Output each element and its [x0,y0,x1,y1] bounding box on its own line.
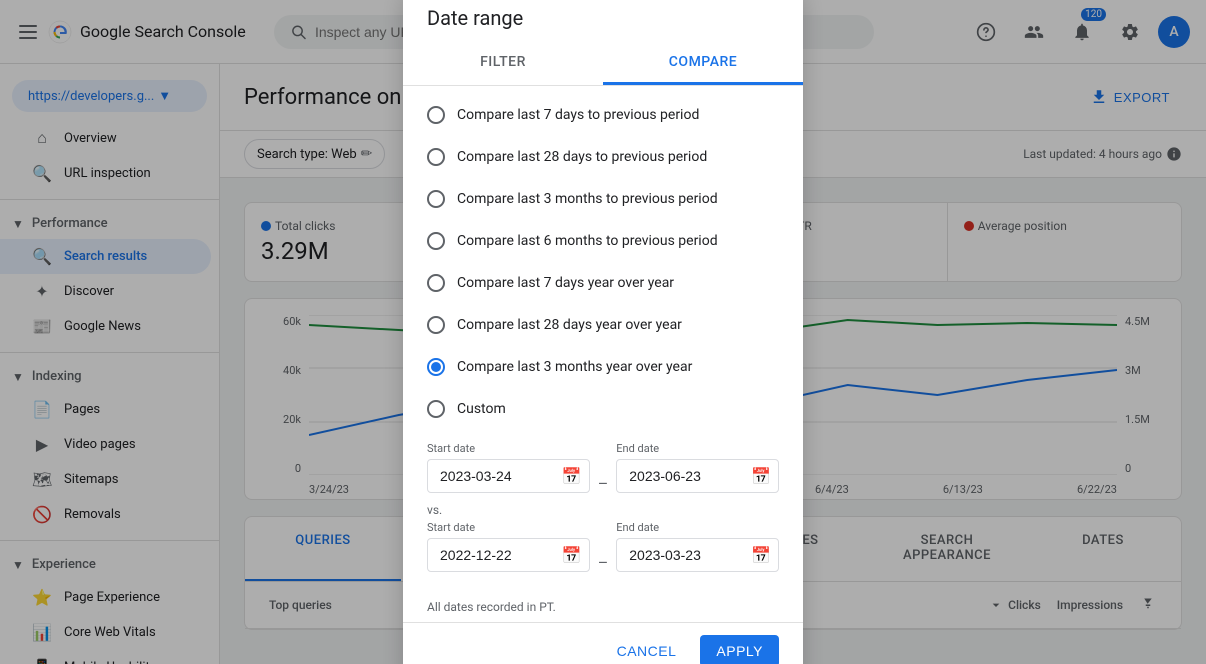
option-last6months-prev[interactable]: Compare last 6 months to previous period [403,220,803,262]
option-custom[interactable]: Custom [403,388,803,430]
date-separator-2: – [598,553,609,572]
modal-body: Compare last 7 days to previous period C… [403,86,803,592]
date-separator-1: – [598,474,609,493]
option-last28days-year[interactable]: Compare last 28 days year over year [403,304,803,346]
start-date-group: Start date 📅 [427,442,590,493]
vs-start-date-label: Start date [427,521,590,534]
radio-last3months-prev [427,190,445,208]
option-last7days-prev[interactable]: Compare last 7 days to previous period [403,94,803,136]
radio-last6months-prev [427,232,445,250]
cancel-button[interactable]: CANCEL [601,635,693,664]
start-date-label: Start date [427,442,590,455]
vs-end-date-group: End date 📅 [616,521,779,572]
vs-start-date-input[interactable] [427,538,590,572]
modal-tabs: FILTER COMPARE [403,42,803,86]
start-date-wrapper: 📅 [427,459,590,493]
radio-custom [427,400,445,418]
vs-start-date-group: Start date 📅 [427,521,590,572]
radio-last28days-prev [427,148,445,166]
vs-label: vs. [427,497,779,521]
footer-note: All dates recorded in PT. [403,592,803,622]
option-last7days-year[interactable]: Compare last 7 days year over year [403,262,803,304]
radio-last3months-year [427,358,445,376]
option-last28days-prev[interactable]: Compare last 28 days to previous period [403,136,803,178]
end-date-input[interactable] [616,459,779,493]
custom-date-section: Start date 📅 – End date 📅 [403,430,803,584]
vs-end-date-label: End date [616,521,779,534]
modal-actions: CANCEL APPLY [403,622,803,664]
end-date-wrapper: 📅 [616,459,779,493]
modal-title: Date range [403,0,803,42]
start-date-input[interactable] [427,459,590,493]
radio-last7days-year [427,274,445,292]
end-date-label: End date [616,442,779,455]
modal-tab-filter[interactable]: FILTER [403,42,603,85]
date-range-modal: Date range FILTER COMPARE Compare last 7… [403,0,803,664]
vs-start-date-wrapper: 📅 [427,538,590,572]
vs-end-date-wrapper: 📅 [616,538,779,572]
option-last3months-year[interactable]: Compare last 3 months year over year [403,346,803,388]
end-date-group: End date 📅 [616,442,779,493]
option-last3months-prev[interactable]: Compare last 3 months to previous period [403,178,803,220]
radio-last28days-year [427,316,445,334]
modal-tab-compare[interactable]: COMPARE [603,42,803,85]
modal-overlay[interactable]: Date range FILTER COMPARE Compare last 7… [0,0,1206,664]
apply-button[interactable]: APPLY [700,635,779,664]
vs-end-date-input[interactable] [616,538,779,572]
radio-last7days-prev [427,106,445,124]
